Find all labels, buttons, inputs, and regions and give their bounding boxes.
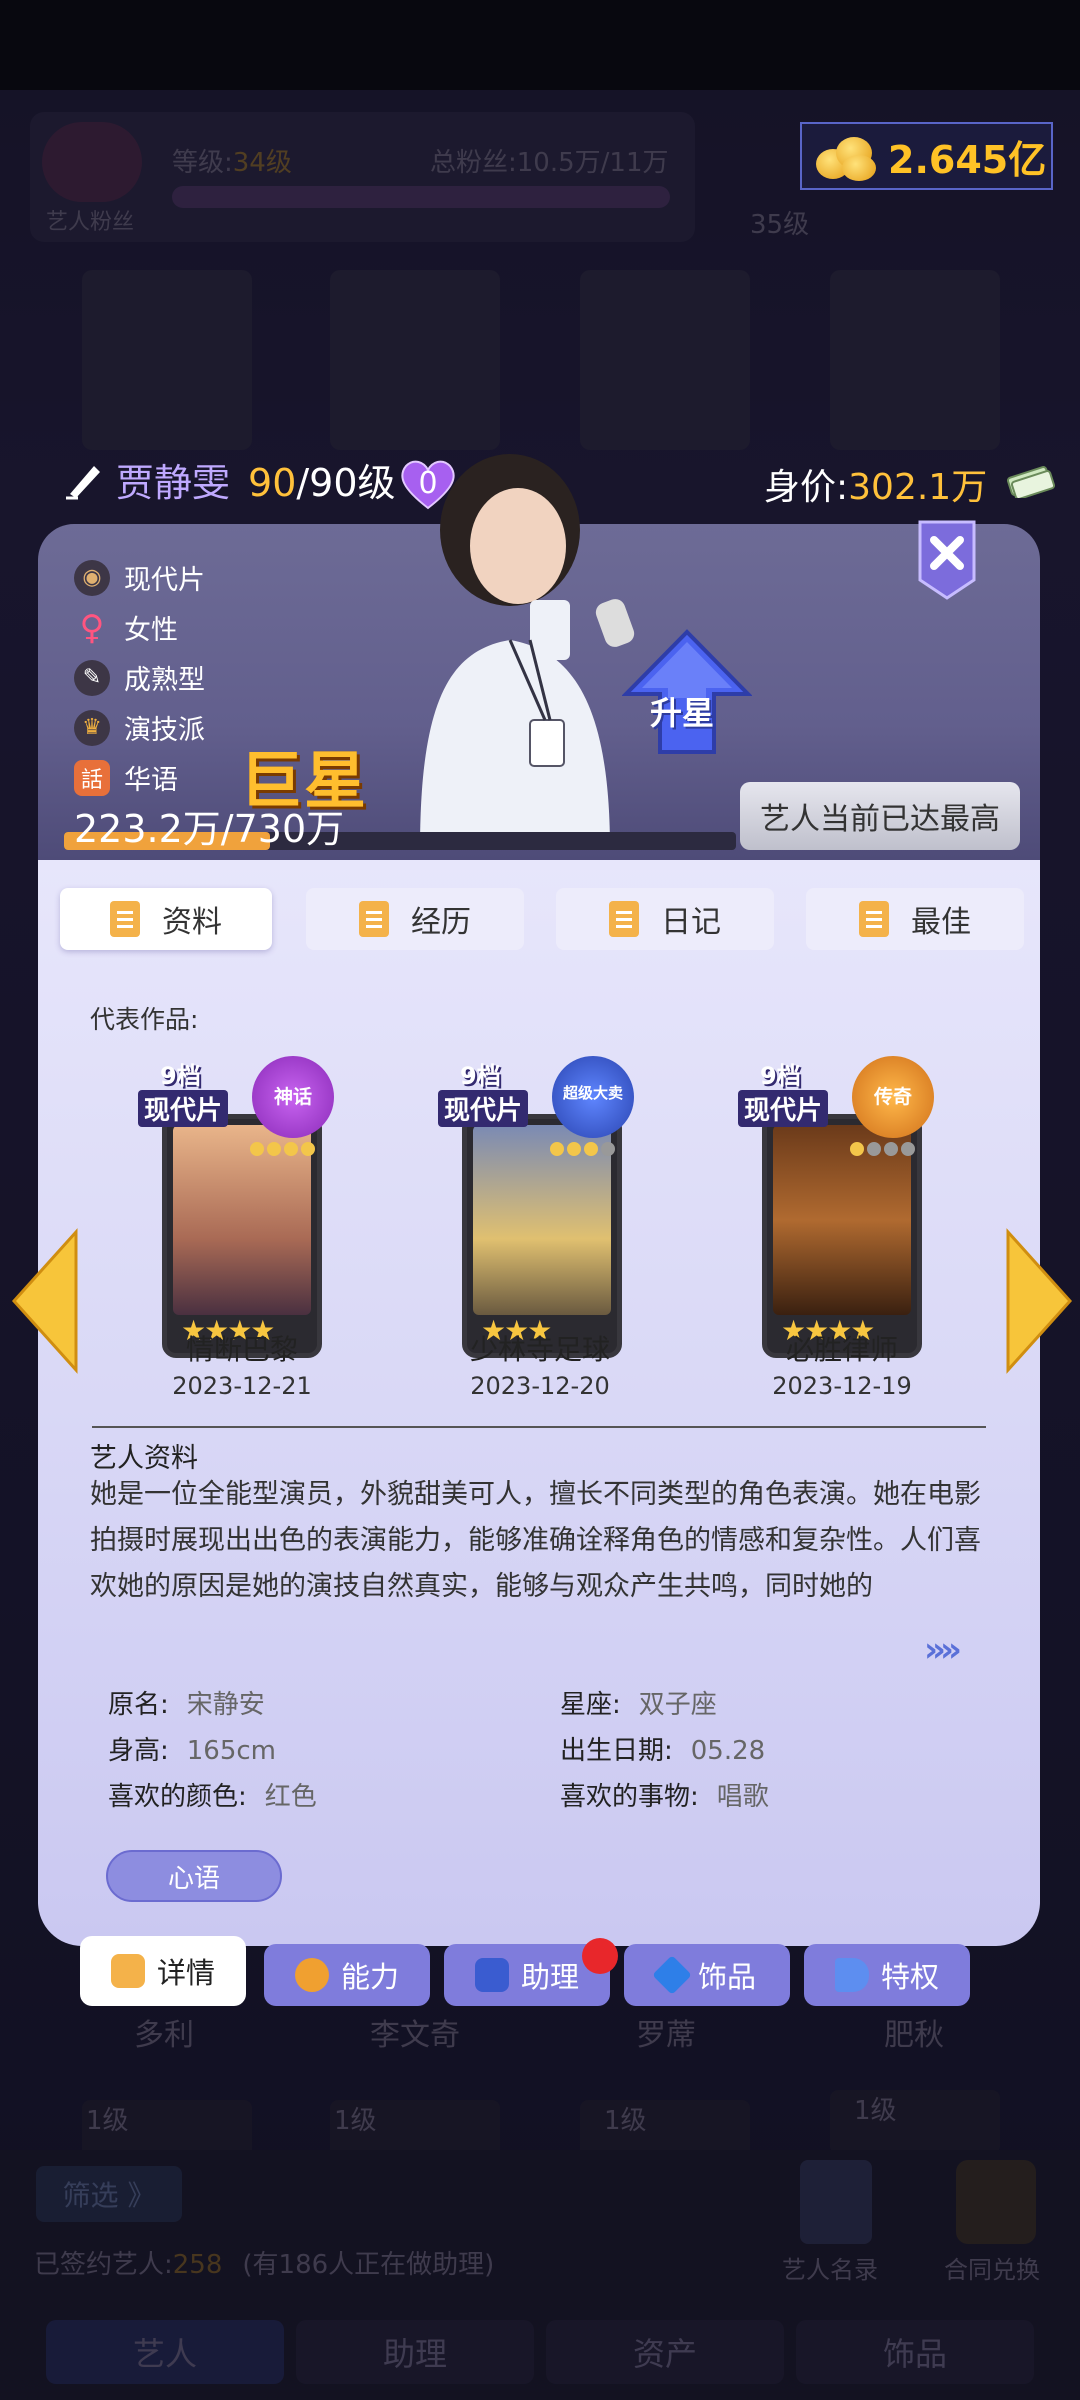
film-reel-icon: ◉	[74, 559, 110, 596]
tab-history[interactable]: 经历	[306, 888, 524, 950]
trait-language: 話华语	[74, 758, 178, 797]
award-badge: 超级大卖	[552, 1056, 634, 1138]
panel-tab-details[interactable]: 详情	[80, 1936, 246, 2006]
info-real-name: 原名: 宋静安	[108, 1690, 265, 1720]
close-icon[interactable]	[916, 518, 978, 602]
tab-diary[interactable]: 日记	[556, 888, 774, 950]
heart-words-button[interactable]: 心语	[106, 1850, 282, 1902]
work-date: 2023-12-19	[772, 1372, 912, 1400]
award-dots	[550, 1142, 615, 1156]
tab-best[interactable]: 最佳	[806, 888, 1024, 950]
award-badge: 传奇	[852, 1056, 934, 1138]
money-stack-icon	[1005, 462, 1056, 500]
upgrade-star-button[interactable]: 升星	[650, 688, 714, 734]
work-title: 情断巴黎	[185, 1333, 298, 1366]
trait-type: ✎ 成熟型	[74, 658, 205, 697]
coin-amount: 2.645亿	[888, 137, 1047, 182]
work-date: 2023-12-21	[172, 1372, 312, 1400]
assistant-badge-icon	[474, 1958, 509, 1992]
document-icon	[110, 1954, 145, 1988]
works-label: 代表作品:	[90, 1005, 199, 1034]
coin-balance: 2.645亿	[800, 122, 1053, 190]
work-title: 少林寺足球	[469, 1333, 610, 1366]
award-dots	[850, 1142, 915, 1156]
prev-arrow-icon[interactable]	[10, 1226, 80, 1376]
work-title: 必胜律师	[785, 1333, 898, 1366]
megaphone-icon	[834, 1958, 869, 1992]
brush-icon: ✎	[74, 659, 110, 696]
info-zodiac: 星座: 双子座	[560, 1690, 717, 1720]
tab-profile[interactable]: 资料	[60, 888, 272, 950]
work-date: 2023-12-20	[470, 1372, 610, 1400]
document-icon	[859, 901, 889, 937]
panel-tab-ability[interactable]: 能力	[264, 1944, 430, 2006]
panel-tab-privilege[interactable]: 特权	[804, 1944, 970, 2006]
oscar-icon: ♛	[74, 709, 110, 746]
info-favorite-color: 喜欢的颜色: 红色	[108, 1782, 317, 1812]
notification-dot	[582, 1938, 618, 1974]
artist-name: 贾静雯	[116, 461, 231, 505]
exp-text: 223.2万/730万	[74, 807, 345, 851]
gold-coins-icon	[816, 131, 878, 181]
work-genre: 现代片	[438, 1090, 529, 1127]
chinese-icon: 話	[74, 759, 110, 796]
bio-heading: 艺人资料	[90, 1443, 198, 1474]
trait-genre: ◉ 现代片	[74, 558, 205, 597]
info-hobby: 喜欢的事物: 唱歌	[560, 1782, 769, 1812]
trait-style: ♛ 演技派	[74, 708, 205, 747]
award-dots	[250, 1142, 315, 1156]
next-arrow-icon[interactable]	[1004, 1226, 1074, 1376]
artist-level: 90/90级	[248, 461, 396, 505]
info-birthday: 出生日期: 05.28	[560, 1736, 766, 1766]
more-arrows-icon[interactable]: »»	[924, 1630, 962, 1670]
game-screen: 艺人粉丝 等级:34级 总粉丝:10.5万/11万 35级 多利 李文奇 罗蓆 …	[0, 0, 1080, 2400]
diamond-icon	[652, 1955, 692, 1995]
artist-price: 身价:302.1万	[764, 467, 988, 508]
section-divider	[92, 1426, 986, 1428]
panel-tab-accessories[interactable]: 饰品	[624, 1944, 790, 2006]
female-icon: ♀	[79, 607, 105, 648]
hexagon-icon	[294, 1958, 329, 1992]
document-icon	[609, 901, 639, 937]
trait-gender: ♀ 女性	[74, 607, 178, 648]
rename-pen-icon[interactable]	[64, 460, 104, 500]
work-genre: 现代片	[738, 1090, 829, 1127]
bio-text: 她是一位全能型演员，外貌甜美可人，擅长不同类型的角色表演。她在电影拍摄时展现出出…	[90, 1479, 981, 1602]
work-genre: 现代片	[138, 1090, 229, 1127]
document-icon	[359, 901, 389, 937]
max-level-status: 艺人当前已达最高	[740, 782, 1020, 850]
artist-header: 贾静雯 90/90级	[64, 452, 396, 507]
award-badge: 神话	[252, 1056, 334, 1138]
document-icon	[110, 901, 140, 937]
artist-portrait	[380, 450, 640, 850]
info-height: 身高: 165cm	[108, 1736, 277, 1766]
